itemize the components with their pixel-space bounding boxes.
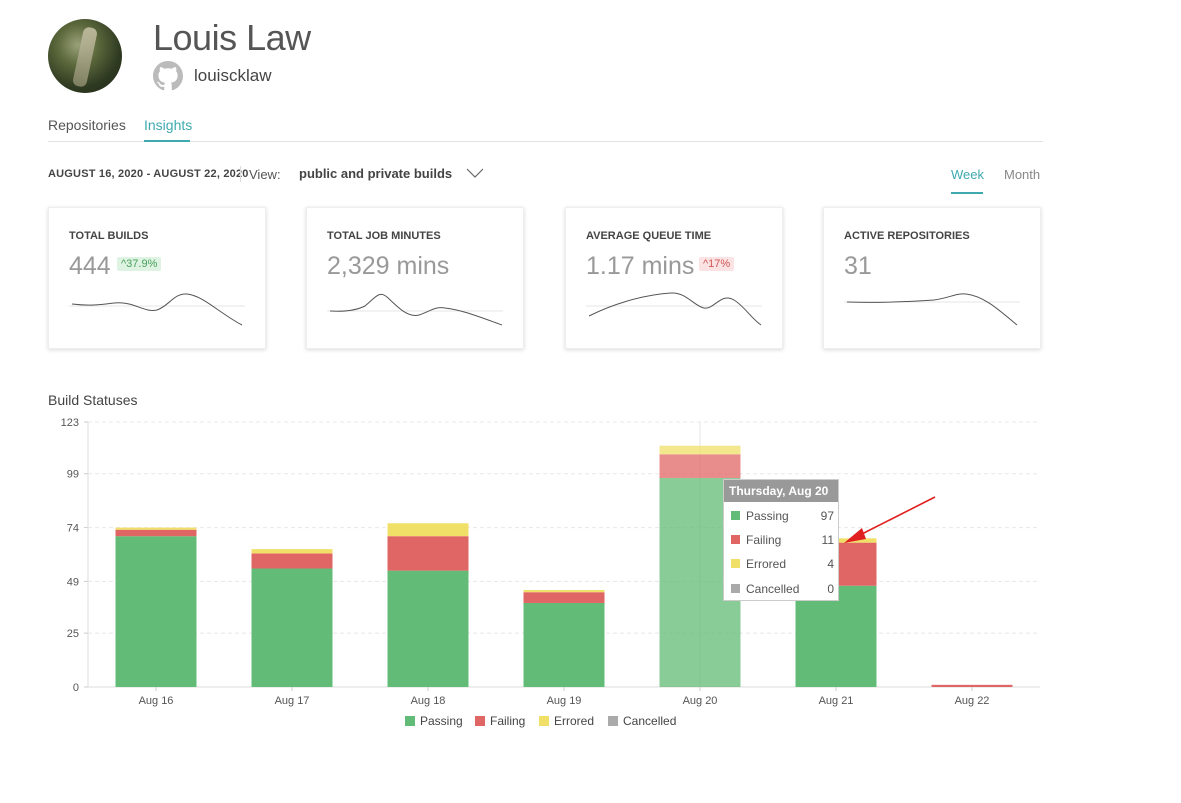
y-tick-label: 74 bbox=[67, 523, 79, 535]
legend-failing[interactable]: Failing bbox=[475, 714, 525, 728]
x-tick-label: Aug 17 bbox=[275, 695, 310, 707]
bar-passing bbox=[523, 602, 605, 687]
bar-failing bbox=[523, 592, 605, 603]
bar-failing bbox=[931, 684, 1013, 687]
x-tick-label: Aug 21 bbox=[819, 695, 854, 707]
tooltip-row-passing: Passing 97 bbox=[731, 509, 834, 523]
tooltip-row-failing: Failing 11 bbox=[731, 533, 834, 547]
x-tick-label: Aug 22 bbox=[955, 695, 990, 707]
bar-passing bbox=[115, 536, 197, 687]
tooltip-row-errored: Errored 4 bbox=[731, 557, 834, 571]
chart-tooltip: Thursday, Aug 20 Passing 97 Failing 11 E… bbox=[723, 479, 839, 601]
legend-swatch bbox=[475, 716, 485, 726]
y-tick-label: 99 bbox=[67, 469, 79, 481]
bar-failing bbox=[387, 536, 469, 571]
passing-swatch bbox=[731, 511, 740, 520]
cancelled-swatch bbox=[731, 584, 740, 593]
tooltip-row-cancelled: Cancelled 0 bbox=[731, 582, 834, 596]
x-tick-label: Aug 16 bbox=[139, 695, 174, 707]
bar-passing bbox=[251, 568, 333, 687]
bar-errored bbox=[523, 590, 605, 593]
y-tick-label: 25 bbox=[67, 628, 79, 640]
legend-errored[interactable]: Errored bbox=[539, 714, 594, 728]
build-statuses-chart: 0 25 49 74 99 123 Aug 16 Aug 17 Aug 18 Aug 19 Aug … bbox=[61, 417, 1040, 707]
legend-swatch bbox=[539, 716, 549, 726]
errored-swatch bbox=[731, 559, 740, 568]
y-tick-label: 0 bbox=[73, 682, 79, 694]
bar-errored bbox=[659, 445, 741, 455]
x-tick-label: Aug 18 bbox=[411, 695, 446, 707]
legend-swatch bbox=[405, 716, 415, 726]
bar-failing bbox=[659, 454, 741, 479]
bar-failing bbox=[115, 529, 197, 537]
x-tick-label: Aug 20 bbox=[683, 695, 718, 707]
y-tick-label: 49 bbox=[67, 576, 79, 588]
bar-errored bbox=[251, 549, 333, 554]
x-tick-label: Aug 19 bbox=[547, 695, 582, 707]
legend-cancelled[interactable]: Cancelled bbox=[608, 714, 676, 728]
bar-errored bbox=[115, 527, 197, 530]
bar-passing bbox=[387, 570, 469, 687]
bar-failing bbox=[251, 553, 333, 569]
legend-passing[interactable]: Passing bbox=[405, 714, 463, 728]
tooltip-title: Thursday, Aug 20 bbox=[724, 480, 838, 502]
y-tick-label: 123 bbox=[61, 417, 79, 429]
bar-errored bbox=[387, 523, 469, 537]
legend-swatch bbox=[608, 716, 618, 726]
annotation-arrow-icon bbox=[844, 496, 936, 543]
failing-swatch bbox=[731, 535, 740, 544]
